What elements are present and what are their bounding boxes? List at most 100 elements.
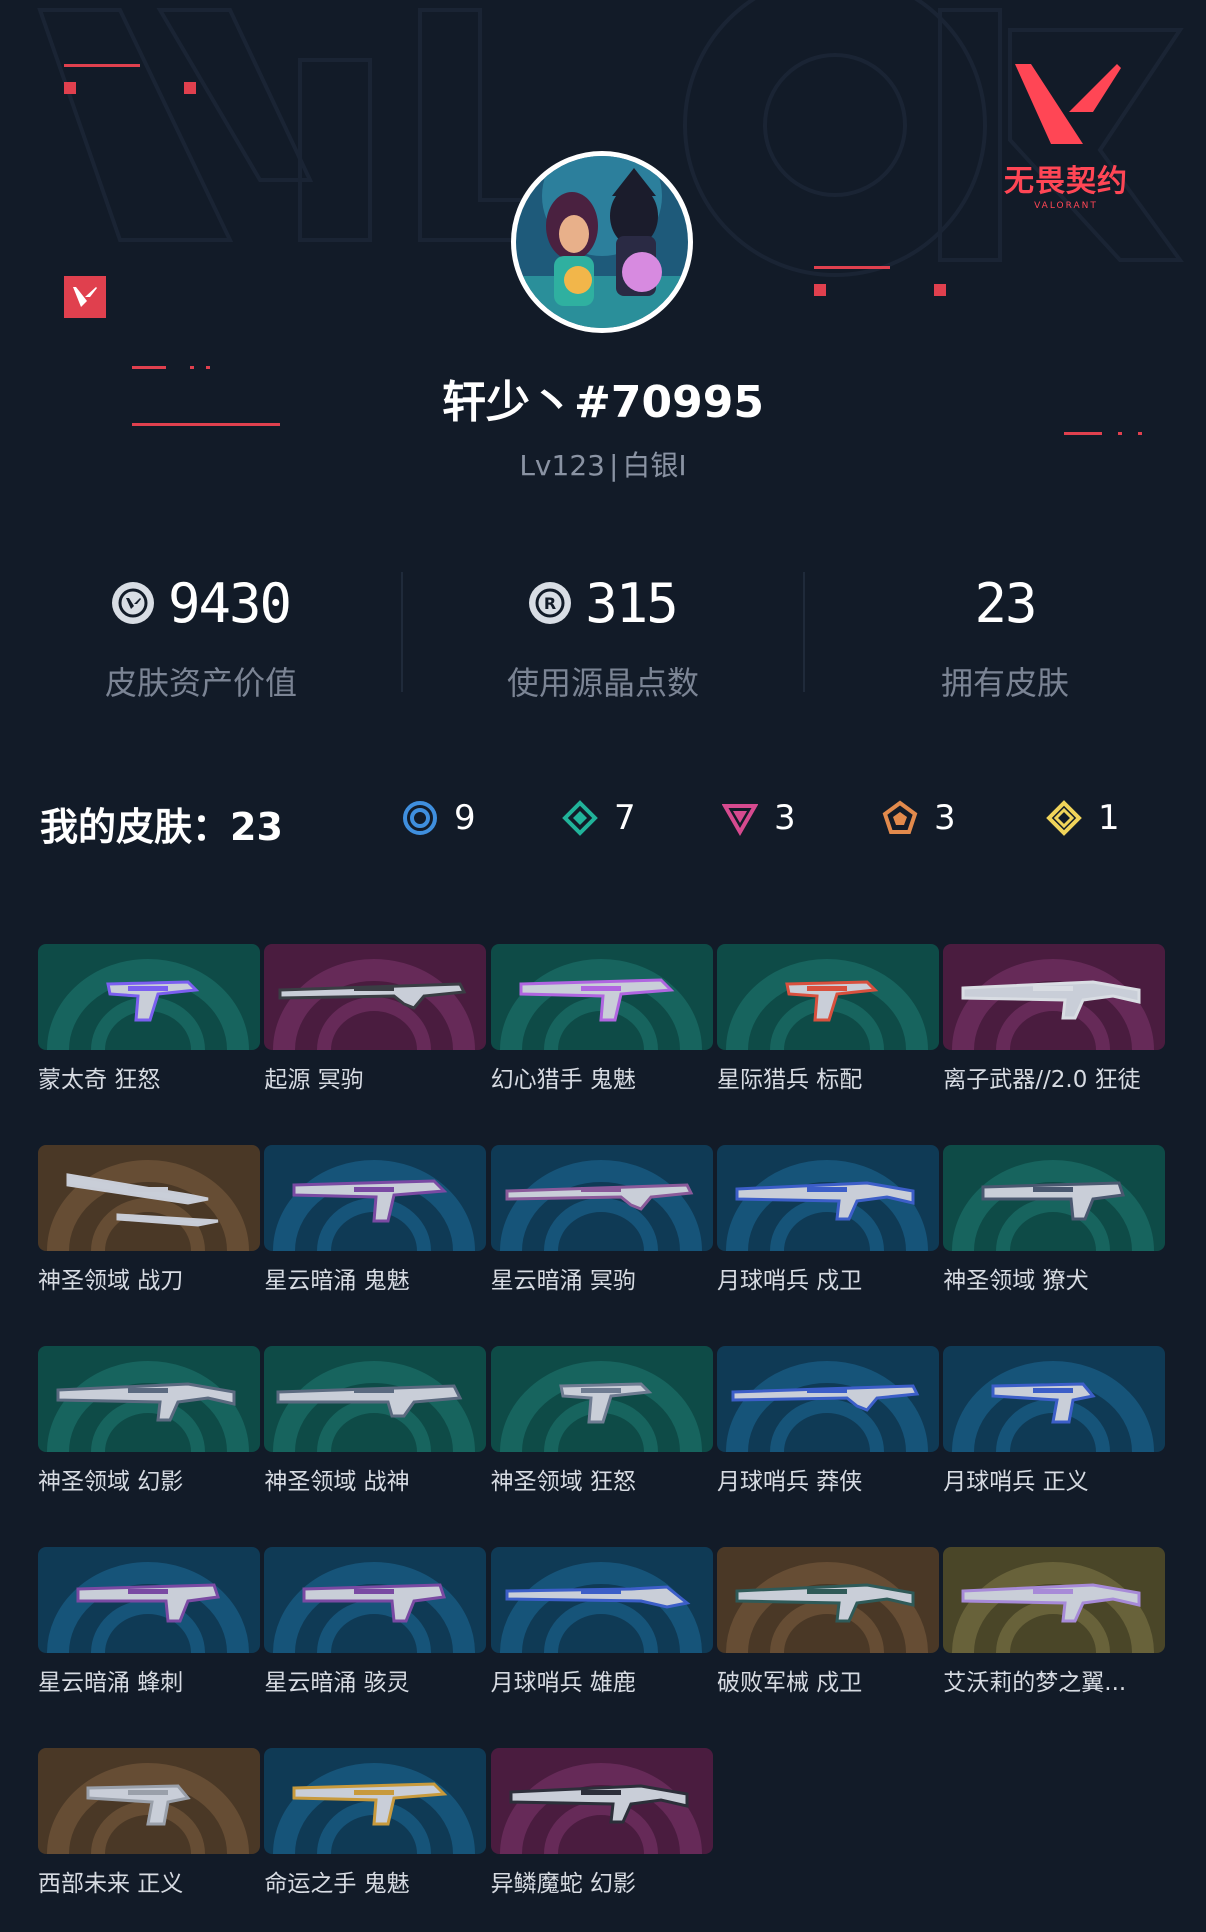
skin-card[interactable]: 星云暗涌 鬼魅 bbox=[264, 1144, 487, 1315]
skin-card[interactable]: 月球哨兵 正义 bbox=[943, 1345, 1166, 1516]
weapon-icon bbox=[558, 1382, 652, 1424]
skin-name: 蒙太奇 狂怒 bbox=[38, 1067, 161, 1093]
skin-name: 神圣领域 幻影 bbox=[38, 1468, 184, 1495]
skin-card[interactable]: 西部未来 正义 bbox=[38, 1747, 260, 1918]
weapon-icon bbox=[292, 1179, 448, 1223]
skin-image bbox=[38, 1747, 260, 1854]
skin-image bbox=[490, 1144, 713, 1251]
avatar-image bbox=[516, 156, 688, 328]
skin-card[interactable]: 神圣领域 狂怒 bbox=[490, 1345, 713, 1516]
skin-image bbox=[490, 1546, 713, 1653]
exclusive-tier-icon bbox=[882, 800, 918, 834]
skin-image bbox=[264, 1546, 487, 1653]
skin-card[interactable]: 神圣领域 战刀 bbox=[38, 1144, 260, 1315]
weapon-icon bbox=[66, 1173, 219, 1227]
stat-value: 315 bbox=[585, 571, 679, 635]
skin-name: 月球哨兵 莽侠 bbox=[716, 1468, 863, 1495]
stat-radianite: R 315 使用源晶点数 bbox=[402, 568, 804, 703]
valorant-points-icon bbox=[111, 582, 154, 624]
skin-image bbox=[264, 1345, 487, 1452]
player-rank: 白银I bbox=[622, 449, 687, 482]
tier-premium[interactable]: 3 bbox=[722, 798, 796, 838]
player-name: 轩少丶#70995 bbox=[442, 377, 764, 428]
skin-image bbox=[38, 1546, 260, 1653]
skin-card[interactable]: 艾沃莉的梦之翼... bbox=[943, 1546, 1166, 1717]
skin-card[interactable]: 星云暗涌 骇灵 bbox=[264, 1546, 487, 1717]
skin-image bbox=[943, 1345, 1166, 1452]
skin-name: 月球哨兵 正义 bbox=[943, 1468, 1089, 1495]
deluxe-tier-icon bbox=[562, 800, 598, 836]
skin-card[interactable]: 蒙太奇 狂怒 bbox=[38, 944, 260, 1114]
weapon-icon bbox=[278, 982, 467, 1010]
skin-card[interactable]: 起源 冥驹 bbox=[264, 944, 487, 1114]
skin-card[interactable]: 命运之手 鬼魅 bbox=[264, 1747, 487, 1918]
tier-count: 3 bbox=[934, 798, 956, 838]
skin-name: 星云暗涌 冥驹 bbox=[490, 1267, 636, 1294]
skin-card[interactable]: 破败军械 戍卫 bbox=[716, 1546, 939, 1717]
separator: | bbox=[608, 449, 619, 482]
stat-value: 23 bbox=[974, 571, 1037, 635]
skin-image bbox=[943, 1546, 1166, 1653]
skin-image bbox=[716, 1144, 939, 1251]
select-tier-icon bbox=[403, 801, 437, 835]
skin-image bbox=[716, 944, 939, 1050]
tier-count: 1 bbox=[1098, 798, 1120, 838]
divider bbox=[803, 572, 805, 692]
profile-banner: 无畏契约 VALORANT 轩少丶#70995 Lv123 | 白银I bbox=[0, 0, 1206, 520]
brand-logo: 无畏契约 VALORANT bbox=[986, 60, 1146, 211]
tier-exclusive[interactable]: 3 bbox=[882, 798, 956, 838]
weapon-icon bbox=[106, 980, 200, 1022]
skin-name: 幻心猎手 鬼魅 bbox=[490, 1067, 636, 1093]
skin-image bbox=[38, 1144, 260, 1251]
weapon-icon bbox=[56, 1382, 236, 1422]
tier-deluxe[interactable]: 7 bbox=[562, 798, 636, 838]
stat-label: 皮肤资产价值 bbox=[104, 664, 297, 702]
skin-image bbox=[943, 1144, 1166, 1251]
avatar[interactable] bbox=[511, 151, 693, 333]
skin-card[interactable]: 异鳞魔蛇 幻影 bbox=[490, 1747, 713, 1918]
skin-card[interactable]: 神圣领域 战神 bbox=[264, 1345, 487, 1516]
player-level: Lv123 bbox=[519, 449, 605, 482]
skin-name: 破败军械 戍卫 bbox=[716, 1669, 863, 1696]
stat-owned-skins: 23 拥有皮肤 bbox=[804, 568, 1206, 703]
skin-image bbox=[264, 1747, 487, 1854]
skin-card[interactable]: 神圣领域 獠犬 bbox=[943, 1144, 1166, 1315]
skin-card[interactable]: 幻心猎手 鬼魅 bbox=[490, 944, 713, 1114]
tier-count: 9 bbox=[454, 798, 476, 838]
weapon-icon bbox=[292, 1781, 448, 1826]
skin-card[interactable]: 神圣领域 幻影 bbox=[38, 1345, 260, 1516]
tier-count: 7 bbox=[614, 798, 636, 838]
skin-name: 艾沃莉的梦之翼... bbox=[943, 1669, 1127, 1696]
radianite-points-icon: R bbox=[529, 582, 572, 624]
player-level-rank: Lv123 | 白银I bbox=[0, 444, 1206, 484]
premium-tier-icon bbox=[722, 804, 758, 836]
weapon-icon bbox=[276, 1384, 463, 1418]
weapon-icon bbox=[961, 1583, 1141, 1623]
skin-card[interactable]: 月球哨兵 雄鹿 bbox=[490, 1546, 713, 1717]
skin-image bbox=[490, 944, 713, 1050]
skin-name: 神圣领域 獠犬 bbox=[943, 1267, 1089, 1294]
skin-card[interactable]: 星云暗涌 蜂刺 bbox=[38, 1546, 260, 1717]
stats-row: 9430 皮肤资产价值 R 315 使用源晶点数 23 拥有皮肤 bbox=[0, 568, 1206, 703]
skin-image bbox=[716, 1345, 939, 1452]
valorant-logo-icon bbox=[64, 276, 106, 318]
stat-label: 使用源晶点数 bbox=[506, 664, 699, 702]
tier-select[interactable]: 9 bbox=[402, 798, 476, 838]
skin-card[interactable]: 月球哨兵 莽侠 bbox=[716, 1345, 939, 1516]
skin-card[interactable]: 离子武器//2.0 狂徒 bbox=[943, 944, 1166, 1114]
skin-image bbox=[38, 1345, 260, 1452]
skin-card[interactable]: 星云暗涌 冥驹 bbox=[490, 1144, 713, 1315]
skin-name: 离子武器//2.0 狂徒 bbox=[943, 1067, 1141, 1093]
skins-summary: 我的皮肤：23 9 7 3 3 1 bbox=[40, 790, 1166, 850]
tier-count: 3 bbox=[774, 798, 796, 838]
weapon-icon bbox=[302, 1583, 447, 1623]
skin-name: 命运之手 鬼魅 bbox=[264, 1870, 410, 1897]
valorant-brand-icon bbox=[1015, 64, 1121, 144]
weapon-icon bbox=[981, 1181, 1126, 1221]
skin-card[interactable]: 月球哨兵 戍卫 bbox=[716, 1144, 939, 1315]
ultra-tier-icon bbox=[1046, 800, 1082, 836]
tier-ultra[interactable]: 1 bbox=[1046, 798, 1120, 838]
skin-image bbox=[490, 1747, 713, 1854]
skin-card[interactable]: 星际猎兵 标配 bbox=[716, 944, 939, 1114]
weapon-icon bbox=[505, 1585, 691, 1609]
